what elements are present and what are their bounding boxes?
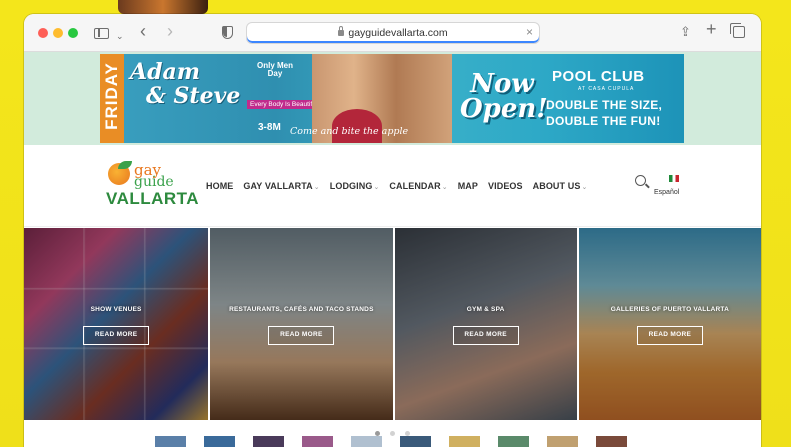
thumbnail-image[interactable] <box>596 436 627 447</box>
thumbnail-image[interactable] <box>547 436 578 447</box>
logo-text-vallarta: VALLARTA <box>106 189 200 208</box>
menu-item-gay-vallarta[interactable]: GAY VALLARTA⌄ <box>243 181 319 191</box>
slide-restaurants[interactable]: RESTAURANTS, CAFÉS AND TACO STANDS READ … <box>208 228 393 420</box>
slide-galleries[interactable]: GALLERIES OF PUERTO VALLARTA READ MORE <box>576 228 761 420</box>
close-window-button[interactable] <box>38 28 48 38</box>
ad-banner-area: FRIDAY Adam & Steve Only Men Day Every B… <box>24 52 761 145</box>
address-bar[interactable]: gayguidevallarta.com × <box>246 22 540 44</box>
banner-now-open: Now Open! <box>460 69 548 124</box>
menu-label-map: MAP <box>457 181 479 191</box>
lock-icon <box>338 26 345 36</box>
forward-arrow-icon[interactable]: › <box>167 22 173 40</box>
zoom-window-button[interactable] <box>68 28 78 38</box>
banner-day-label: FRIDAY <box>102 62 121 130</box>
read-more-button[interactable]: READ MORE <box>636 326 703 345</box>
slide-overlay <box>24 228 209 420</box>
slide-title: RESTAURANTS, CAFÉS AND TACO STANDS <box>229 306 374 313</box>
thumbnail-image[interactable] <box>449 436 480 447</box>
back-arrow-icon[interactable]: ‹ <box>140 22 146 40</box>
read-more-button[interactable]: READ MORE <box>452 326 519 345</box>
slide-title: SHOW VENUES <box>90 306 142 313</box>
browser-window: ⌄ ‹ › gayguidevallarta.com × ⇪ + FRIDAY … <box>24 14 761 447</box>
main-menu: HOME GAY VALLARTA⌄ LODGING⌄ CALENDAR⌄ MA… <box>206 181 597 191</box>
menu-item-videos[interactable]: VIDEOS <box>488 181 523 191</box>
menu-item-home[interactable]: HOME <box>206 181 233 191</box>
thumbnail-image[interactable] <box>400 436 431 447</box>
thumbnail-image[interactable] <box>498 436 529 447</box>
clear-url-icon[interactable]: × <box>526 25 533 39</box>
menu-label-videos: VIDEOS <box>488 181 523 191</box>
share-icon[interactable]: ⇪ <box>680 23 691 41</box>
tab-overview-icon[interactable] <box>730 23 745 38</box>
search-icon[interactable] <box>635 175 646 186</box>
thumbnail-image[interactable] <box>204 436 235 447</box>
url-text: gayguidevallarta.com <box>348 27 448 39</box>
banner-pool-club: POOL CLUB <box>552 68 645 85</box>
site-logo[interactable]: gay guide VALLARTA <box>104 161 199 211</box>
ad-banner[interactable]: FRIDAY Adam & Steve Only Men Day Every B… <box>100 54 684 143</box>
menu-label-gay-vallarta: GAY VALLARTA <box>243 181 313 191</box>
slide-title: GYM & SPA <box>466 306 505 313</box>
banner-day-strip: FRIDAY <box>100 54 124 143</box>
chevron-down-icon: ⌄ <box>581 184 588 191</box>
category-slider: SHOW VENUES READ MORE RESTAURANTS, CAFÉS… <box>24 228 761 420</box>
banner-double-fun: DOUBLE THE FUN! <box>546 114 661 128</box>
address-bar-url[interactable]: gayguidevallarta.com <box>247 26 539 39</box>
logo-leaf-icon <box>118 161 132 169</box>
chevron-down-icon: ⌄ <box>441 184 448 191</box>
read-more-button[interactable]: READ MORE <box>83 326 150 345</box>
slide-show-venues[interactable]: SHOW VENUES READ MORE <box>24 228 209 420</box>
minimize-window-button[interactable] <box>53 28 63 38</box>
chevron-down-icon: ⌄ <box>313 184 320 191</box>
slide-overlay <box>394 228 577 420</box>
thumbnail-image[interactable] <box>253 436 284 447</box>
sidebar-toggle-icon[interactable] <box>94 28 109 39</box>
menu-label-home: HOME <box>206 181 234 191</box>
slide-overlay <box>210 228 393 420</box>
chevron-down-icon: ⌄ <box>373 184 380 191</box>
menu-label-calendar: CALENDAR <box>389 181 441 191</box>
language-switch[interactable]: Español <box>654 189 679 196</box>
read-more-button[interactable]: READ MORE <box>268 326 335 345</box>
banner-only-men: Only Men Day <box>256 61 293 78</box>
slide-gym-spa[interactable]: GYM & SPA READ MORE <box>392 228 577 420</box>
banner-name-2: & Steve <box>146 83 241 109</box>
slider-pagination <box>24 423 761 436</box>
banner-event-names: Adam & Steve <box>130 60 240 108</box>
chevron-down-icon[interactable]: ⌄ <box>116 27 124 45</box>
banner-tagline: Come and bite the apple <box>290 126 409 137</box>
background-artwork <box>118 0 208 14</box>
banner-name-1: Adam <box>130 59 200 85</box>
banner-double-size: DOUBLE THE SIZE, <box>546 98 663 112</box>
menu-label-about-us: ABOUT US <box>532 181 581 191</box>
new-tab-icon[interactable]: + <box>706 20 717 38</box>
mexico-flag-icon[interactable] <box>669 175 679 182</box>
menu-item-about-us[interactable]: ABOUT US⌄ <box>533 181 588 191</box>
menu-item-map[interactable]: MAP <box>458 181 478 191</box>
slide-title: GALLERIES OF PUERTO VALLARTA <box>610 306 730 313</box>
thumbnail-image[interactable] <box>302 436 333 447</box>
menu-item-lodging[interactable]: LODGING⌄ <box>330 181 380 191</box>
slide-overlay <box>578 228 761 420</box>
thumbnail-image[interactable] <box>155 436 186 447</box>
banner-everybody-badge: Every Body Is Beautiful <box>247 100 321 109</box>
logo-text-guide: guide <box>134 174 174 190</box>
browser-toolbar: ⌄ ‹ › gayguidevallarta.com × ⇪ + <box>24 14 761 52</box>
privacy-shield-icon[interactable] <box>222 26 233 39</box>
site-header: gay guide VALLARTA HOME GAY VALLARTA⌄ LO… <box>24 145 761 227</box>
thumbnail-strip <box>155 436 645 447</box>
thumbnail-image[interactable] <box>351 436 382 447</box>
menu-item-calendar[interactable]: CALENDAR⌄ <box>389 181 447 191</box>
banner-time: 3-8M <box>258 122 281 133</box>
banner-casa-cupula: AT CASA CUPULA <box>578 86 635 92</box>
menu-label-lodging: LODGING <box>329 181 373 191</box>
